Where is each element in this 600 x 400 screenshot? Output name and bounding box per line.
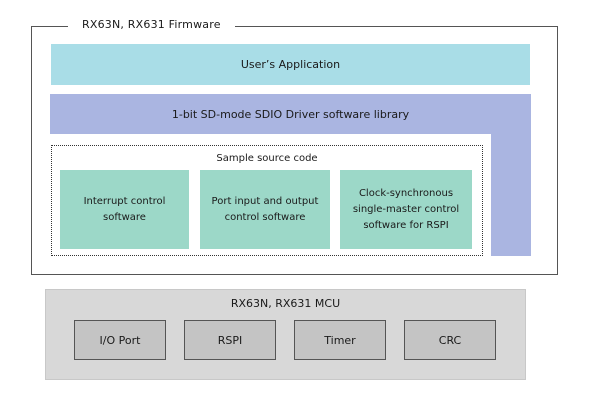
user-application-layer: User’s Application	[51, 44, 530, 85]
port-io-control-module: Port input and output control software	[200, 170, 330, 249]
sample-source-code-title: Sample source code	[216, 152, 318, 164]
sdio-driver-layer-label: 1-bit SD-mode SDIO Driver software libra…	[171, 107, 410, 121]
io-port-block: I/O Port	[74, 320, 166, 360]
rspi-clock-sync-module: Clock-synchronous single-master control …	[340, 170, 472, 249]
rspi-block: RSPI	[184, 320, 276, 360]
mcu-title: RX63N, RX631 MCU	[230, 296, 341, 310]
interrupt-control-module: Interrupt control software	[60, 170, 189, 249]
timer-block: Timer	[294, 320, 386, 360]
crc-block: CRC	[404, 320, 496, 360]
firmware-title: RX63N, RX631 Firmware	[68, 17, 235, 33]
